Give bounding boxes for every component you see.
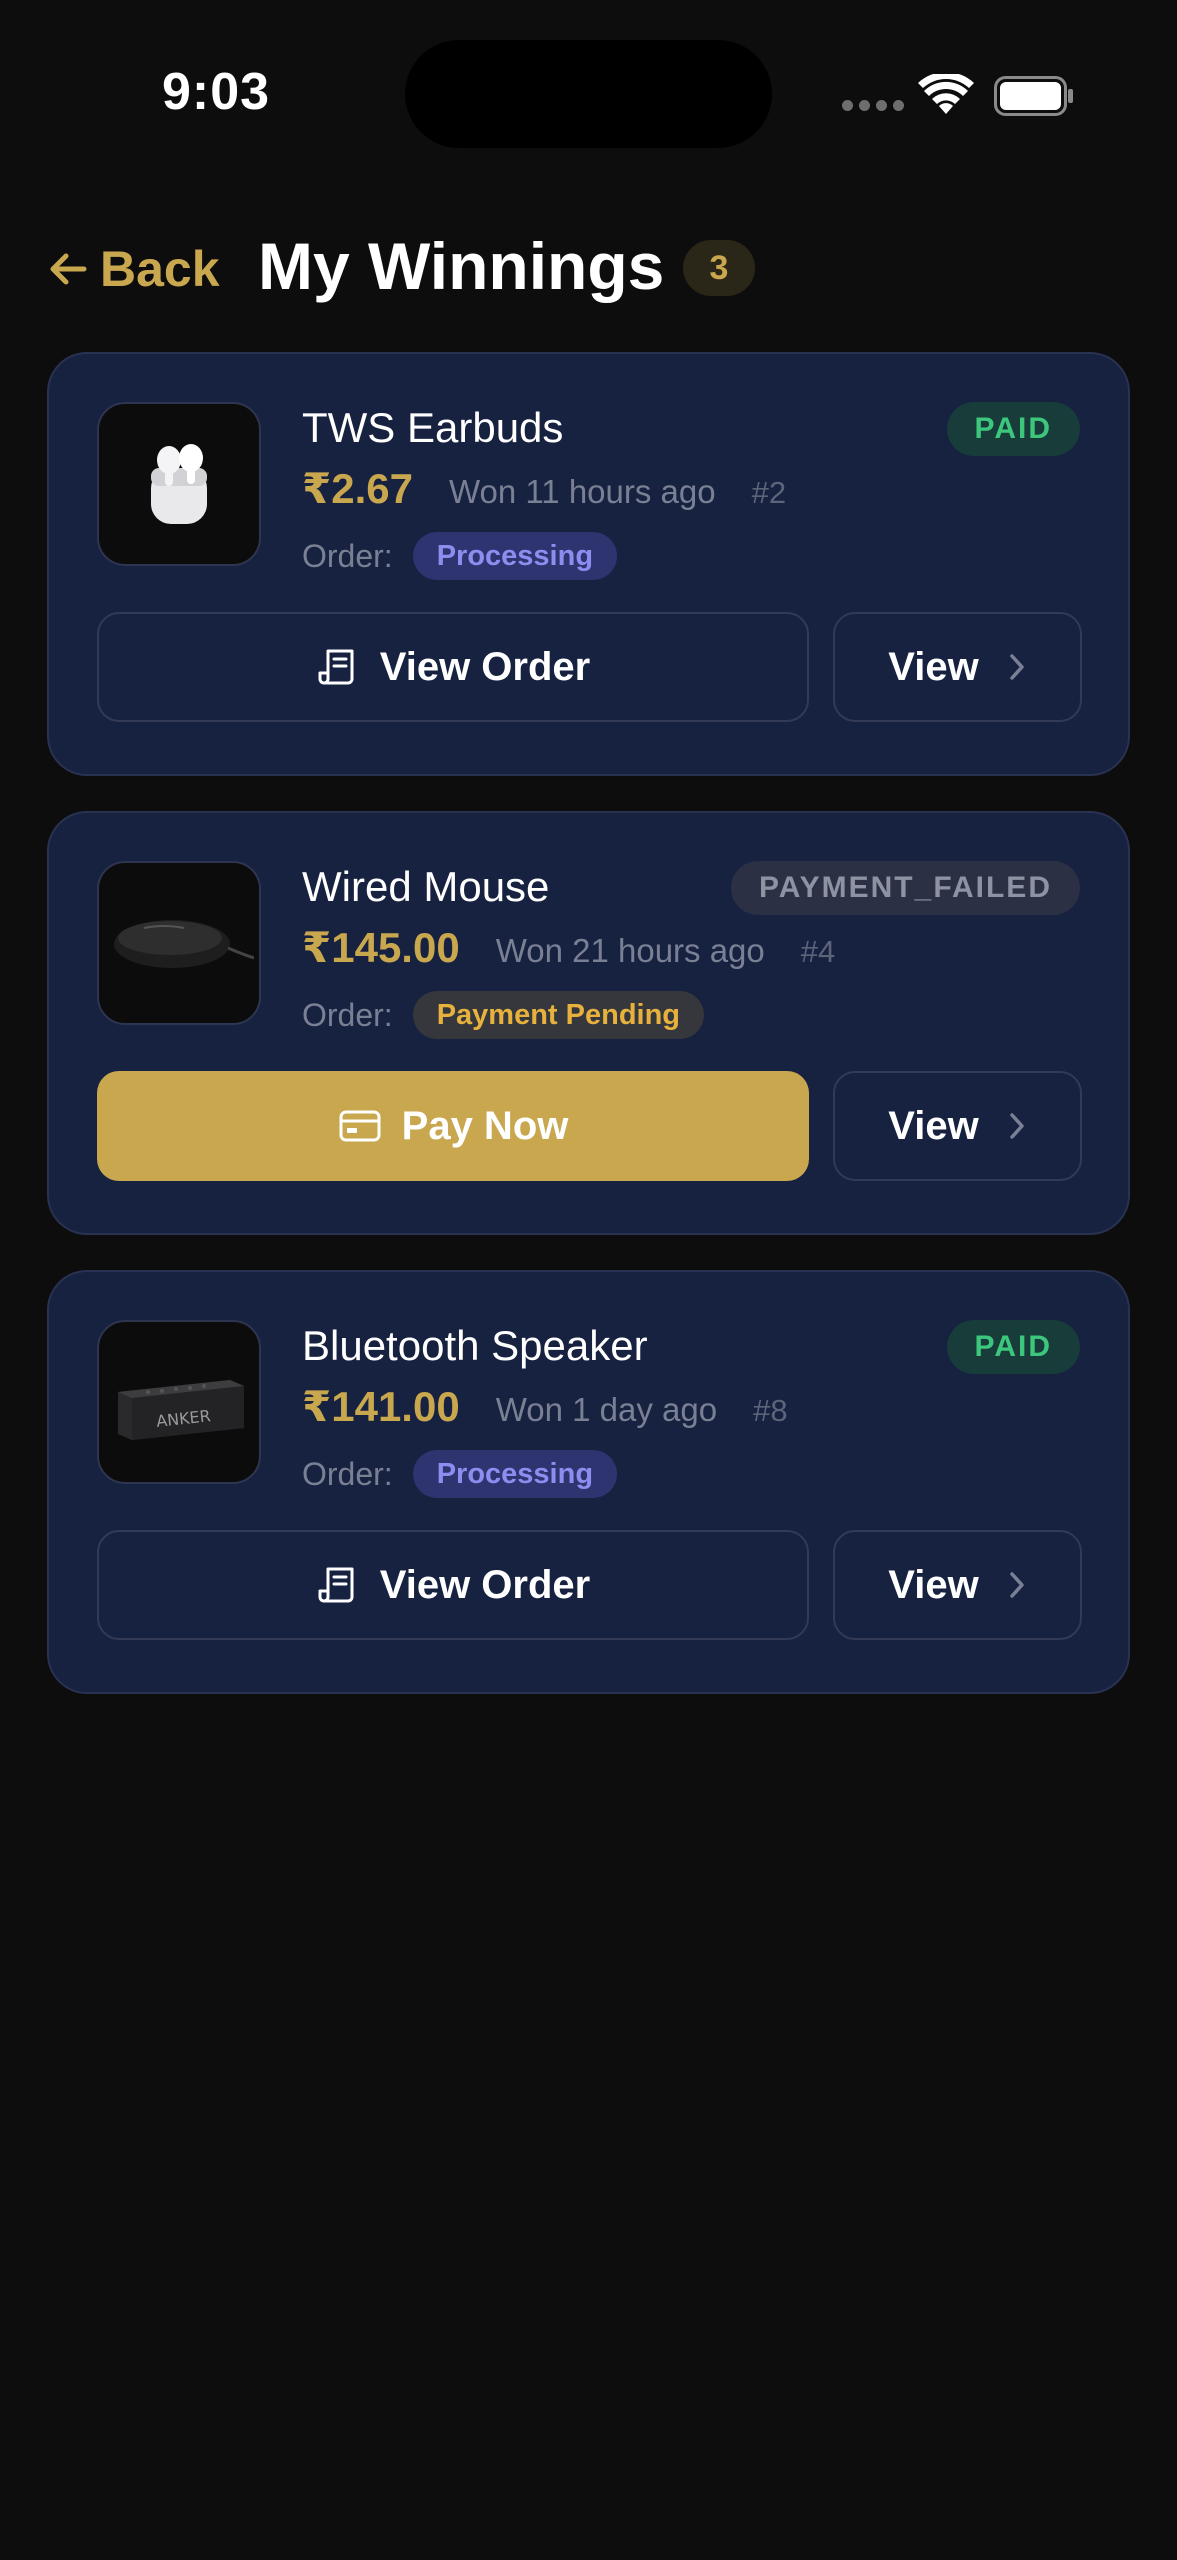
order-row: Order: Processing bbox=[302, 1450, 618, 1498]
winning-card: ANKER Bluetooth Speaker PAID ₹141.00 Won… bbox=[47, 1270, 1130, 1694]
winning-card: Wired Mouse PAYMENT_FAILED ₹145.00 Won 2… bbox=[47, 811, 1130, 1235]
view-button[interactable]: View bbox=[833, 1530, 1082, 1640]
price-row: ₹141.00 Won 1 day ago #8 bbox=[302, 1382, 788, 1431]
order-status-pill: Payment Pending bbox=[412, 991, 705, 1039]
payment-status-badge: PAYMENT_FAILED bbox=[730, 861, 1080, 915]
product-image-earbuds[interactable] bbox=[97, 402, 261, 566]
item-ref: #4 bbox=[800, 934, 836, 969]
product-image-mouse[interactable] bbox=[97, 861, 261, 1025]
view-order-label: View Order bbox=[379, 644, 591, 689]
won-time: Won 21 hours ago bbox=[495, 932, 765, 969]
battery-icon bbox=[994, 76, 1073, 116]
order-status-pill: Processing bbox=[412, 1450, 618, 1498]
mouse-image bbox=[114, 920, 254, 968]
order-row: Order: Processing bbox=[302, 532, 618, 580]
arrow-left-icon bbox=[50, 253, 87, 285]
chevron-right-icon bbox=[1009, 654, 1024, 680]
view-label: View bbox=[888, 1103, 979, 1148]
speaker-image: ANKER bbox=[118, 1380, 244, 1440]
order-label: Order: bbox=[302, 1455, 393, 1492]
view-button[interactable]: View bbox=[833, 612, 1082, 722]
order-label: Order: bbox=[302, 996, 393, 1033]
header: Back My Winnings 3 bbox=[0, 220, 1177, 330]
price-row: ₹145.00 Won 21 hours ago #4 bbox=[302, 923, 835, 972]
dynamic-island bbox=[405, 40, 772, 148]
won-time: Won 11 hours ago bbox=[448, 473, 716, 510]
item-price: ₹141.00 bbox=[302, 1383, 460, 1430]
item-name: Wired Mouse bbox=[302, 863, 550, 910]
receipt-icon bbox=[318, 649, 354, 685]
order-label: Order: bbox=[302, 537, 393, 574]
back-button[interactable]: Back bbox=[48, 240, 220, 298]
payment-status-badge: PAID bbox=[946, 402, 1080, 456]
item-name: TWS Earbuds bbox=[302, 404, 564, 451]
receipt-icon bbox=[318, 1567, 354, 1603]
pay-now-label: Pay Now bbox=[401, 1103, 569, 1148]
chevron-right-icon bbox=[1009, 1113, 1024, 1139]
winning-card: TWS Earbuds PAID ₹2.67 Won 11 hours ago … bbox=[47, 352, 1130, 776]
view-order-button[interactable]: View Order bbox=[97, 1530, 809, 1640]
payment-status-badge: PAID bbox=[946, 1320, 1080, 1374]
chevron-right-icon bbox=[1009, 1572, 1024, 1598]
won-time: Won 1 day ago bbox=[495, 1391, 718, 1428]
item-ref: #2 bbox=[751, 475, 787, 510]
earbuds-image bbox=[151, 444, 207, 524]
cellular-signal-icon bbox=[842, 100, 904, 111]
back-label: Back bbox=[100, 241, 220, 297]
page-title: My Winnings bbox=[258, 229, 665, 303]
credit-card-icon bbox=[339, 1110, 381, 1142]
view-label: View bbox=[888, 644, 979, 689]
view-label: View bbox=[888, 1562, 979, 1607]
status-time: 9:03 bbox=[162, 63, 271, 121]
winnings-count-badge: 3 bbox=[683, 240, 755, 296]
item-ref: #8 bbox=[753, 1393, 788, 1428]
item-price: ₹2.67 bbox=[302, 465, 413, 512]
price-row: ₹2.67 Won 11 hours ago #2 bbox=[302, 464, 786, 513]
view-button[interactable]: View bbox=[833, 1071, 1082, 1181]
view-order-button[interactable]: View Order bbox=[97, 612, 809, 722]
pay-now-button[interactable]: Pay Now bbox=[97, 1071, 809, 1181]
item-name: Bluetooth Speaker bbox=[302, 1322, 648, 1369]
order-status-pill: Processing bbox=[412, 532, 618, 580]
item-price: ₹145.00 bbox=[302, 924, 460, 971]
wifi-icon bbox=[918, 74, 974, 114]
view-order-label: View Order bbox=[379, 1562, 591, 1607]
status-bar: 9:03 bbox=[0, 0, 1177, 150]
product-image-speaker[interactable]: ANKER bbox=[97, 1320, 261, 1484]
order-row: Order: Payment Pending bbox=[302, 991, 705, 1039]
